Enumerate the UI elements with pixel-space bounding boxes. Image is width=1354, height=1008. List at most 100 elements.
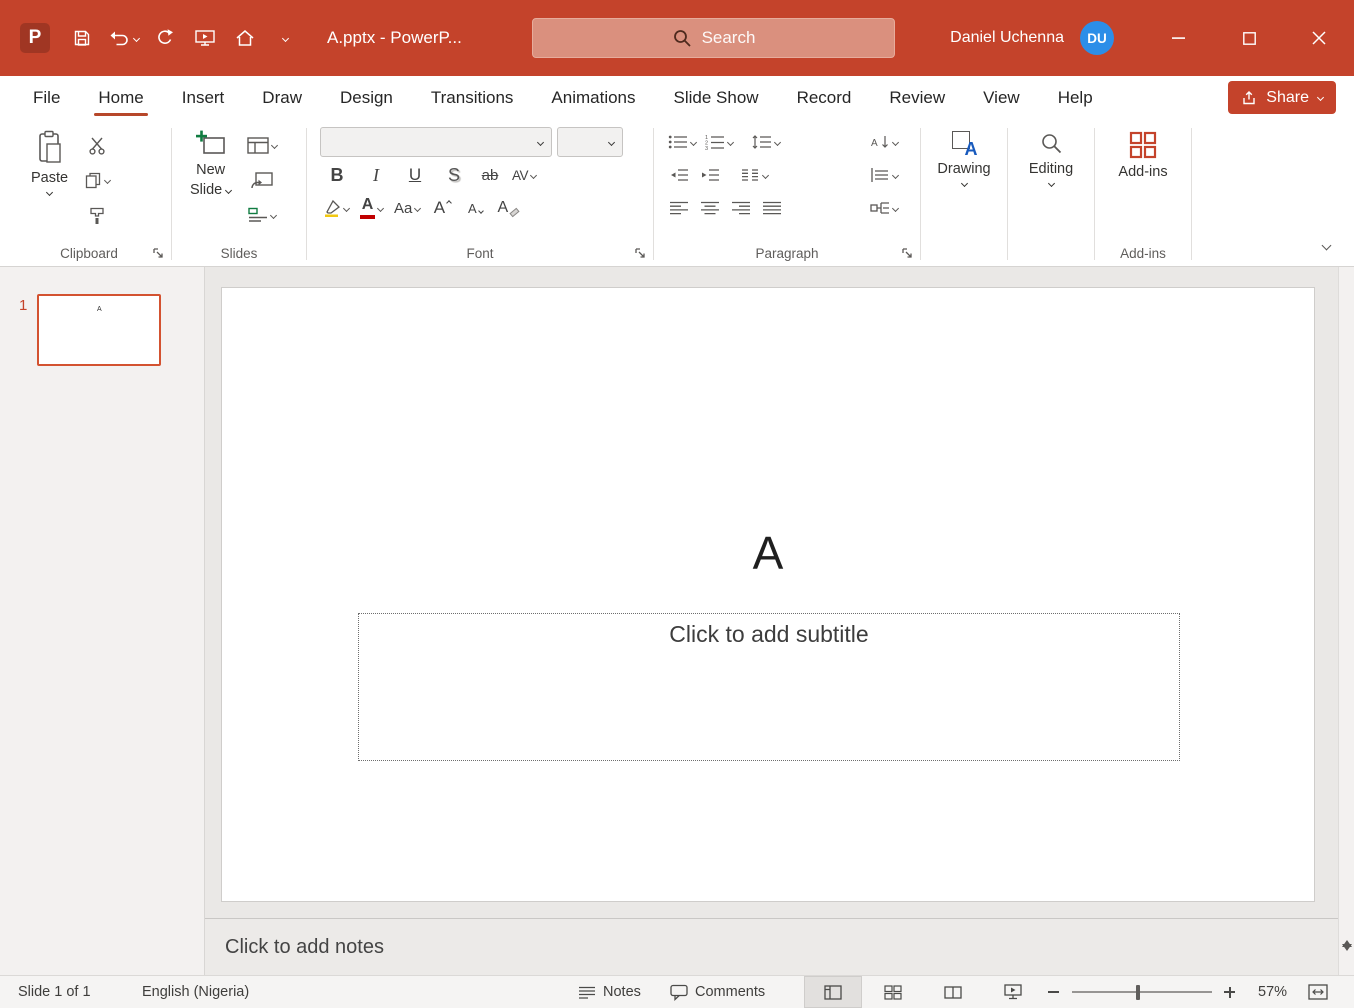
- collapse-ribbon-button[interactable]: [1323, 236, 1330, 254]
- subtitle-placeholder[interactable]: Click to add subtitle: [358, 613, 1180, 761]
- home-button[interactable]: [225, 16, 265, 60]
- increase-indent-button[interactable]: [696, 160, 724, 190]
- tab-view[interactable]: View: [964, 76, 1039, 120]
- zoom-level[interactable]: 57%: [1258, 976, 1287, 1008]
- tab-animations[interactable]: Animations: [532, 76, 654, 120]
- tab-slide-show[interactable]: Slide Show: [655, 76, 778, 120]
- font-name-combo[interactable]: [320, 127, 552, 157]
- zoom-slider-thumb[interactable]: [1136, 985, 1140, 1000]
- underline-button[interactable]: U: [398, 160, 432, 190]
- align-center-button[interactable]: [696, 193, 724, 223]
- cut-button[interactable]: [81, 130, 113, 160]
- zoom-in-button[interactable]: [1224, 976, 1235, 1008]
- shrink-font-icon: A: [468, 201, 483, 216]
- minimize-button[interactable]: [1144, 0, 1214, 76]
- slideshow-view-button[interactable]: [984, 976, 1042, 1008]
- slide-title-text[interactable]: A: [222, 526, 1314, 580]
- drawing-group: A Drawing: [924, 122, 1004, 266]
- tab-transitions[interactable]: Transitions: [412, 76, 533, 120]
- bold-button[interactable]: B: [320, 160, 354, 190]
- tab-design[interactable]: Design: [321, 76, 412, 120]
- copy-button[interactable]: [81, 165, 113, 195]
- align-right-button[interactable]: [727, 193, 755, 223]
- paragraph-dialog-launcher[interactable]: [901, 247, 914, 260]
- change-case-button[interactable]: Aa: [391, 193, 423, 223]
- normal-view-icon: [824, 985, 842, 1000]
- maximize-button[interactable]: [1214, 0, 1284, 76]
- new-slide-button[interactable]: New Slide: [181, 127, 240, 201]
- notes-toggle-button[interactable]: Notes: [578, 976, 641, 1008]
- reading-view-button[interactable]: [924, 976, 982, 1008]
- text-highlight-color-button[interactable]: [320, 193, 352, 223]
- share-button[interactable]: Share: [1228, 81, 1336, 114]
- slide-sorter-view-button[interactable]: [864, 976, 922, 1008]
- strikethrough-button[interactable]: ab: [476, 160, 504, 190]
- fit-slide-to-window-button[interactable]: [1308, 976, 1328, 1008]
- zoom-slider[interactable]: [1072, 976, 1222, 1008]
- quick-access-toolbar-chevron[interactable]: [265, 16, 305, 60]
- paste-button[interactable]: Paste: [22, 127, 77, 198]
- tab-insert[interactable]: Insert: [163, 76, 244, 120]
- tab-file[interactable]: File: [14, 76, 79, 120]
- slide-thumbnail[interactable]: A: [37, 294, 161, 366]
- columns-button[interactable]: [737, 160, 771, 190]
- close-button[interactable]: [1284, 0, 1354, 76]
- search-box[interactable]: Search: [532, 18, 895, 58]
- account-name[interactable]: Daniel Uchenna: [950, 29, 1064, 47]
- clear-formatting-button[interactable]: A: [494, 193, 522, 223]
- account-avatar[interactable]: DU: [1080, 21, 1114, 55]
- previous-slide-button[interactable]: [1342, 923, 1352, 941]
- line-spacing-button[interactable]: [749, 127, 783, 157]
- justify-button[interactable]: [758, 193, 786, 223]
- clipboard-dialog-launcher[interactable]: [152, 247, 165, 260]
- italic-button[interactable]: I: [359, 160, 393, 190]
- addins-button[interactable]: Add-ins: [1109, 127, 1176, 183]
- section-button[interactable]: [244, 200, 280, 230]
- start-slideshow-button[interactable]: [185, 16, 225, 60]
- reset-slide-button[interactable]: [244, 165, 280, 195]
- save-button[interactable]: [62, 16, 102, 60]
- align-text-button[interactable]: [867, 160, 901, 190]
- drawing-button[interactable]: A Drawing: [928, 127, 999, 189]
- notes-pane[interactable]: Click to add notes: [205, 918, 1338, 975]
- zoom-out-button[interactable]: [1048, 976, 1059, 1008]
- font-dialog-launcher[interactable]: [634, 247, 647, 260]
- decrease-indent-button[interactable]: [665, 160, 693, 190]
- undo-button[interactable]: [102, 16, 145, 60]
- minimize-icon: [1172, 31, 1186, 45]
- vertical-scrollbar[interactable]: [1338, 267, 1354, 975]
- slide-layout-button[interactable]: [244, 130, 280, 160]
- status-bar: Slide 1 of 1 English (Nigeria) Notes Com…: [0, 975, 1354, 1008]
- character-spacing-button[interactable]: AV: [509, 160, 539, 190]
- numbering-button[interactable]: 123: [702, 127, 736, 157]
- tab-home[interactable]: Home: [79, 76, 162, 120]
- comments-button[interactable]: Comments: [670, 976, 765, 1008]
- zoom-slider-track[interactable]: [1072, 991, 1212, 993]
- align-left-button[interactable]: [665, 193, 693, 223]
- normal-view-button[interactable]: [804, 976, 862, 1008]
- text-direction-button[interactable]: A: [867, 127, 901, 157]
- convert-to-smartart-button[interactable]: [867, 193, 901, 223]
- format-painter-button[interactable]: [81, 200, 113, 230]
- section-icon: [248, 207, 268, 223]
- tab-record[interactable]: Record: [778, 76, 871, 120]
- tab-review[interactable]: Review: [870, 76, 964, 120]
- font-color-button[interactable]: A: [357, 193, 386, 223]
- next-slide-button[interactable]: [1342, 951, 1352, 969]
- font-size-combo[interactable]: [557, 127, 623, 157]
- thumbnail-slide-number: 1: [19, 297, 27, 366]
- paragraph-group: 123 A Paragraph: [657, 122, 917, 266]
- bullets-button[interactable]: [665, 127, 699, 157]
- redo-button[interactable]: [145, 16, 185, 60]
- editing-button[interactable]: Editing: [1020, 127, 1082, 189]
- language-indicator[interactable]: English (Nigeria): [142, 976, 249, 1008]
- reset-icon: [251, 172, 273, 189]
- tab-draw[interactable]: Draw: [243, 76, 321, 120]
- subtitle-placeholder-text: Click to add subtitle: [669, 621, 868, 647]
- text-shadow-button[interactable]: S: [437, 160, 471, 190]
- powerpoint-logo-icon[interactable]: P: [20, 23, 50, 53]
- decrease-font-size-button[interactable]: A: [461, 193, 489, 223]
- document-title[interactable]: A.pptx - PowerP...: [327, 28, 462, 48]
- increase-font-size-button[interactable]: A: [428, 193, 456, 223]
- tab-help[interactable]: Help: [1039, 76, 1112, 120]
